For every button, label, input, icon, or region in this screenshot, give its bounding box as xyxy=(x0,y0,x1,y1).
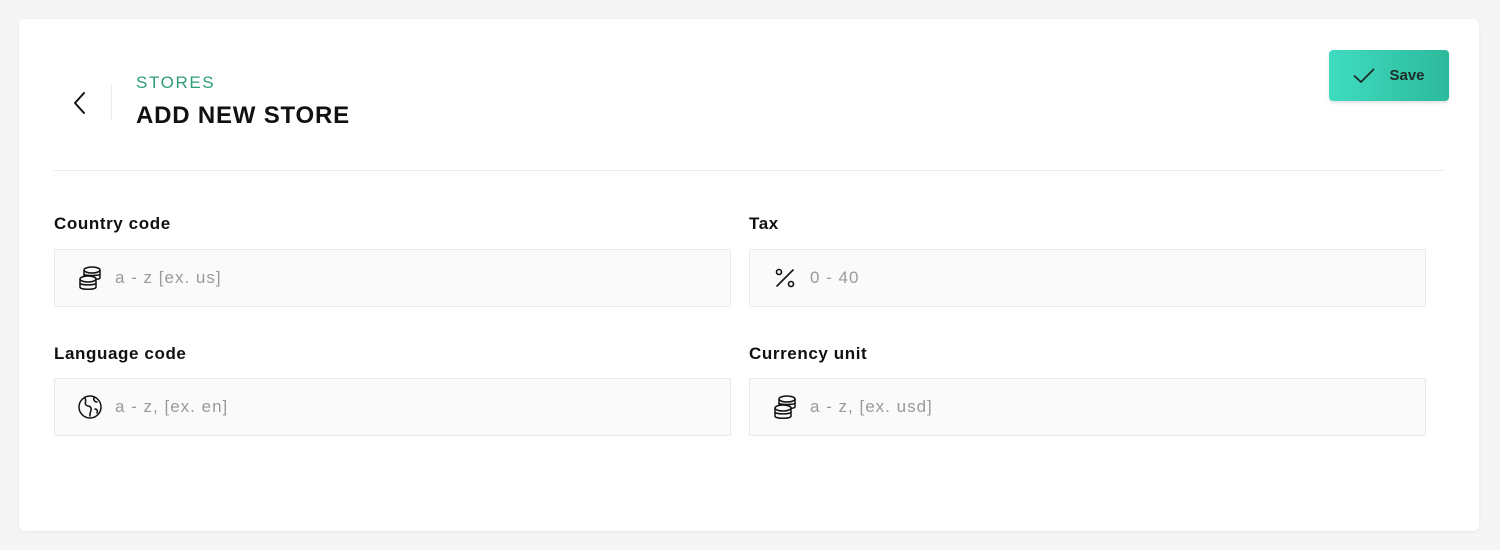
country-code-label: Country code xyxy=(54,214,171,233)
currency-unit-field[interactable] xyxy=(749,378,1426,436)
country-code-input[interactable] xyxy=(115,268,715,288)
currency-unit-label: Currency unit xyxy=(749,344,868,363)
country-code-field[interactable] xyxy=(54,249,731,307)
language-code-field[interactable] xyxy=(54,378,731,436)
page-title: ADD NEW STORE xyxy=(136,102,350,129)
currency-unit-input[interactable] xyxy=(810,397,1410,417)
tax-input[interactable] xyxy=(810,268,1410,288)
save-button-label: Save xyxy=(1389,67,1425,84)
tax-field[interactable] xyxy=(749,249,1426,307)
percent-icon xyxy=(772,265,798,291)
add-store-card: STORES ADD NEW STORE Save Country code T xyxy=(19,19,1479,531)
coins-stack-icon xyxy=(772,394,798,420)
language-code-label: Language code xyxy=(54,344,187,363)
section-divider xyxy=(54,170,1444,171)
language-code-input[interactable] xyxy=(115,397,715,417)
tax-label: Tax xyxy=(749,214,779,233)
globe-icon xyxy=(77,394,103,420)
coins-stack-icon xyxy=(77,265,103,291)
save-button[interactable]: Save xyxy=(1329,50,1449,101)
breadcrumb[interactable]: STORES xyxy=(136,73,215,93)
header-divider xyxy=(111,85,112,121)
chevron-left-icon xyxy=(74,92,85,114)
back-button[interactable] xyxy=(67,87,91,119)
checkmark-icon xyxy=(1353,68,1375,84)
